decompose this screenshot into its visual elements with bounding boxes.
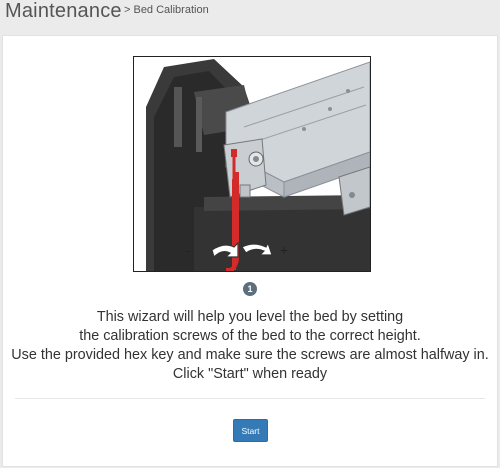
- printer-bed-diagram: - +: [146, 59, 370, 271]
- page-header: Maintenance > Bed Calibration: [0, 0, 500, 34]
- instruction-line-3: Use the provided hex key and make sure t…: [11, 347, 489, 363]
- instruction-line-1: This wizard will help you level the bed …: [96, 309, 404, 325]
- page-title: Maintenance: [5, 0, 122, 22]
- instruction-line-2: the calibration screws of the bed to the…: [79, 328, 421, 344]
- step-indicator: 1: [243, 282, 257, 296]
- divider: [15, 398, 485, 399]
- minus-label: -: [186, 242, 191, 258]
- instruction-line-4: Click "Start" when ready: [172, 366, 328, 382]
- breadcrumb: > Bed Calibration: [124, 4, 209, 16]
- wizard-panel: - + 1 This wizard will help you level th…: [2, 35, 498, 467]
- calibration-illustration: - +: [133, 56, 371, 272]
- instructions-text: This wizard will help you level the bed …: [3, 308, 497, 384]
- plus-label: +: [280, 242, 288, 258]
- start-button[interactable]: Start: [233, 419, 268, 442]
